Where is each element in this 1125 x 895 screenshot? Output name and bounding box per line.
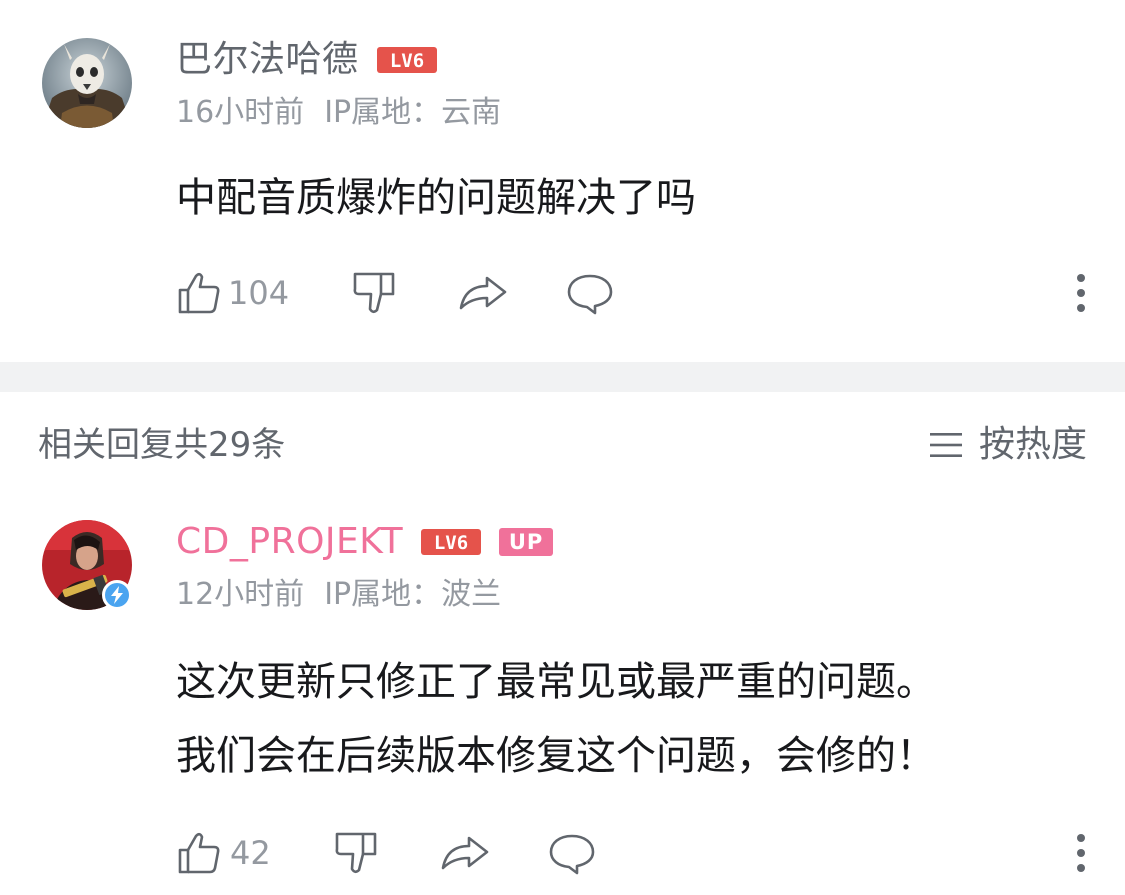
up-badge: UP: [499, 528, 554, 556]
username[interactable]: CD_PROJEKT: [176, 520, 403, 564]
main-comment: 巴尔法哈德 LV6 16小时前 IP属地：云南 中配音质爆炸的问题解决了吗 104: [0, 0, 1125, 362]
post-time: 12小时前: [176, 577, 305, 612]
skull-warrior-avatar-icon: [42, 38, 132, 128]
reply-count: 相关回复共29条: [38, 425, 286, 465]
thumbs-up-icon: [178, 272, 220, 314]
comment-text-line-2: 我们会在后续版本修复这个问题，会修的！: [176, 733, 936, 779]
share-arrow-icon: [459, 276, 507, 310]
like-button[interactable]: 104: [176, 270, 289, 316]
more-dot-icon: [1077, 289, 1085, 297]
more-dot-icon: [1077, 274, 1085, 282]
more-options-button[interactable]: [1076, 834, 1086, 872]
ip-label: IP属地：: [324, 95, 442, 130]
username[interactable]: 巴尔法哈德: [176, 38, 359, 82]
level-text: LV6: [434, 532, 468, 554]
avatar[interactable]: [42, 520, 132, 610]
username-row: CD_PROJEKT LV6 UP: [176, 520, 554, 564]
comment-meta: 16小时前 IP属地：云南: [176, 93, 501, 133]
menu-lines-icon: [929, 430, 963, 460]
share-button[interactable]: [439, 830, 491, 876]
share-button[interactable]: [457, 270, 509, 316]
reply-button[interactable]: [565, 270, 615, 316]
like-button[interactable]: 42: [176, 830, 271, 876]
lv6-icon: LV6: [421, 529, 482, 555]
lightning-verified-icon: [102, 580, 132, 610]
comment-text-line-1: 这次更新只修正了最常见或最严重的问题。: [176, 659, 936, 705]
sort-button[interactable]: 按热度: [929, 420, 1087, 470]
more-dot-icon: [1077, 304, 1085, 312]
like-count: 104: [228, 274, 290, 312]
comment-text: 中配音质爆炸的问题解决了吗: [176, 175, 696, 221]
ip-location: 云南: [441, 95, 502, 130]
speech-bubble-icon: [549, 834, 595, 875]
level-badge: LV6: [421, 529, 482, 555]
reply-button[interactable]: [547, 830, 597, 876]
reply-comment: CD_PROJEKT LV6 UP 12小时前 IP属地：波兰 这次更新只修正了最…: [0, 500, 1125, 895]
post-time: 16小时前: [176, 95, 305, 130]
more-dot-icon: [1077, 864, 1085, 872]
more-dot-icon: [1077, 834, 1085, 842]
level-text: LV6: [389, 50, 423, 72]
action-bar: 42: [176, 828, 1086, 878]
thumbs-down-icon: [353, 272, 395, 314]
like-count: 42: [230, 834, 271, 872]
dislike-button[interactable]: [351, 270, 397, 316]
lv6-icon: LV6: [376, 47, 437, 73]
sort-label: 按热度: [978, 424, 1087, 465]
level-badge: LV6: [376, 47, 437, 73]
comment-meta: 12小时前 IP属地：波兰: [176, 575, 501, 615]
more-dot-icon: [1077, 849, 1085, 857]
speech-bubble-icon: [567, 274, 613, 315]
ip-label: IP属地：: [324, 577, 442, 612]
ip-location: 波兰: [441, 577, 502, 612]
share-arrow-icon: [441, 836, 489, 870]
dislike-button[interactable]: [333, 830, 379, 876]
thumbs-up-icon: [178, 832, 220, 874]
more-options-button[interactable]: [1076, 274, 1086, 312]
avatar[interactable]: [42, 38, 132, 128]
thumbs-down-icon: [335, 832, 377, 874]
replies-header: 相关回复共29条 按热度: [0, 420, 1125, 470]
section-divider: [0, 362, 1125, 392]
action-bar: 104: [176, 268, 1086, 318]
username-row: 巴尔法哈德 LV6: [176, 38, 437, 82]
